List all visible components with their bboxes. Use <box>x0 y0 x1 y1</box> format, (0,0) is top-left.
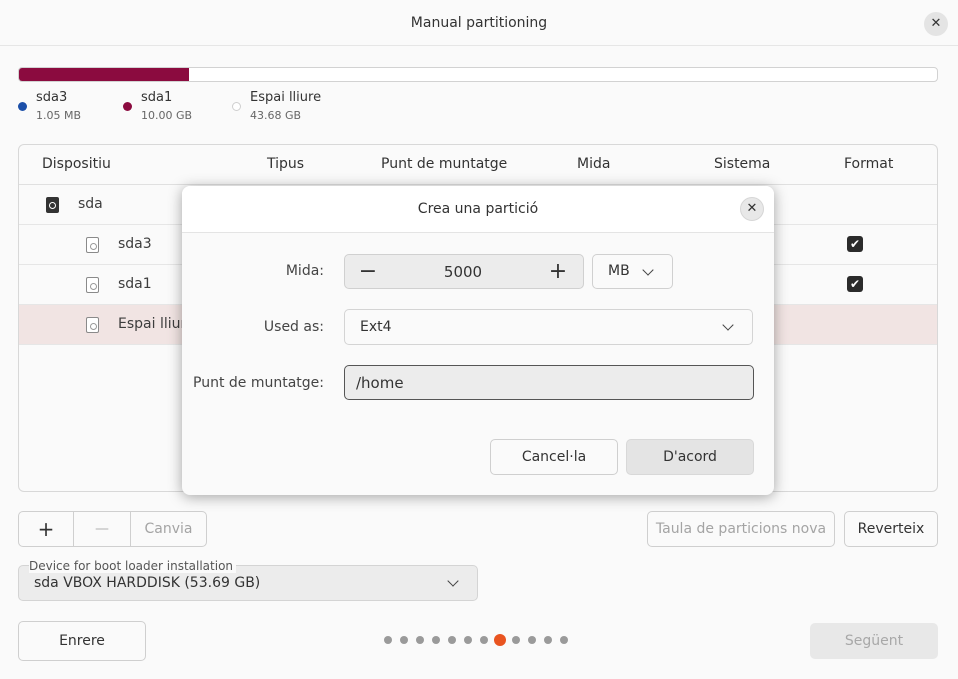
minus-icon: − <box>358 259 378 284</box>
pager-dot <box>544 636 552 644</box>
pager-dot <box>432 636 440 644</box>
legend-size: 10.00 GB <box>141 109 193 122</box>
increase-size-button[interactable]: + <box>535 255 581 288</box>
close-icon: ✕ <box>746 201 758 216</box>
decrease-size-button[interactable]: − <box>345 255 391 288</box>
size-stepper: − 5000 + <box>344 254 584 289</box>
column-header-size[interactable]: Mida <box>577 156 610 172</box>
size-unit-select[interactable]: MB <box>592 254 673 289</box>
column-header-type[interactable]: Tipus <box>267 156 304 172</box>
filesystem-type-select[interactable]: Ext4 <box>344 309 753 345</box>
legend-size: 1.05 MB <box>36 109 82 122</box>
pager-dot <box>400 636 408 644</box>
boot-loader-device-value: sda VBOX HARDDISK (53.69 GB) <box>34 575 261 591</box>
chevron-down-icon <box>447 575 459 587</box>
legend-dot-icon <box>18 102 27 111</box>
legend-name: Espai lliure <box>250 90 322 105</box>
window-close-button[interactable]: ✕ <box>924 12 948 36</box>
legend-dot-icon <box>123 102 132 111</box>
legend-dot-icon <box>232 102 241 111</box>
close-icon: ✕ <box>930 16 942 31</box>
format-checkbox[interactable]: ✔ <box>847 276 863 292</box>
minus-icon: — <box>95 521 109 537</box>
window-titlebar: Manual partitioning <box>0 0 958 46</box>
partition-action-group: + — Canvia <box>18 511 207 547</box>
size-unit-value: MB <box>608 263 630 279</box>
partition-icon <box>86 317 99 333</box>
device-name: sda3 <box>118 236 152 252</box>
cancel-button[interactable]: Cancel·la <box>490 439 618 475</box>
dialog-title: Crea una partició <box>182 186 774 233</box>
size-label: Mida: <box>285 263 324 279</box>
legend-size: 43.68 GB <box>250 109 302 122</box>
filesystem-type-value: Ext4 <box>360 319 392 335</box>
size-input[interactable]: 5000 <box>391 255 535 288</box>
change-partition-button[interactable]: Canvia <box>131 512 206 546</box>
legend-name: sda3 <box>36 90 68 105</box>
create-partition-dialog: Crea una partició ✕ Mida: − 5000 + MB Us… <box>182 186 774 495</box>
revert-button[interactable]: Reverteix <box>844 511 938 547</box>
device-name: sda <box>78 196 103 212</box>
remove-partition-button[interactable]: — <box>74 512 131 546</box>
new-partition-table-button[interactable]: Taula de particions nova <box>647 511 835 547</box>
plus-icon: + <box>37 517 55 541</box>
pager-dot <box>464 636 472 644</box>
manual-partitioning-window: Manual partitioning ✕ sda3 1.05 MB sda1 … <box>0 0 958 679</box>
disk-usage-fill-sda1 <box>19 68 189 81</box>
boot-loader-label: Device for boot loader installation <box>29 559 237 573</box>
pager-dot <box>416 636 424 644</box>
device-name: sda1 <box>118 276 152 292</box>
window-title: Manual partitioning <box>410 15 548 31</box>
pager-dot-current <box>494 634 506 646</box>
back-button[interactable]: Enrere <box>18 621 146 661</box>
used-as-label: Used as: <box>263 319 324 335</box>
mount-point-input[interactable] <box>344 365 754 400</box>
column-header-system[interactable]: Sistema <box>714 156 770 172</box>
pager-dot <box>448 636 456 644</box>
format-checkbox[interactable]: ✔ <box>847 236 863 252</box>
pager-dot <box>528 636 536 644</box>
column-header-device[interactable]: Dispositiu <box>42 156 111 172</box>
partition-icon <box>86 277 99 293</box>
pager-dot <box>512 636 520 644</box>
mount-point-label: Punt de muntatge: <box>193 375 324 391</box>
legend-name: sda1 <box>141 90 173 105</box>
chevron-down-icon <box>642 264 654 276</box>
column-header-format[interactable]: Format <box>844 156 893 172</box>
pager-dot <box>480 636 488 644</box>
dialog-close-button[interactable]: ✕ <box>740 197 764 221</box>
column-header-mount-point[interactable]: Punt de muntatge <box>381 156 507 172</box>
disk-usage-bar <box>18 67 938 82</box>
pager-dot <box>384 636 392 644</box>
next-button[interactable]: Següent <box>810 623 938 659</box>
ok-button[interactable]: D'acord <box>626 439 754 475</box>
disk-icon <box>46 197 59 213</box>
pager-dot <box>560 636 568 644</box>
chevron-down-icon <box>722 319 734 331</box>
add-partition-button[interactable]: + <box>19 512 74 546</box>
partition-icon <box>86 237 99 253</box>
table-header: Dispositiu Tipus Punt de muntatge Mida S… <box>19 145 937 185</box>
plus-icon: + <box>548 259 568 284</box>
